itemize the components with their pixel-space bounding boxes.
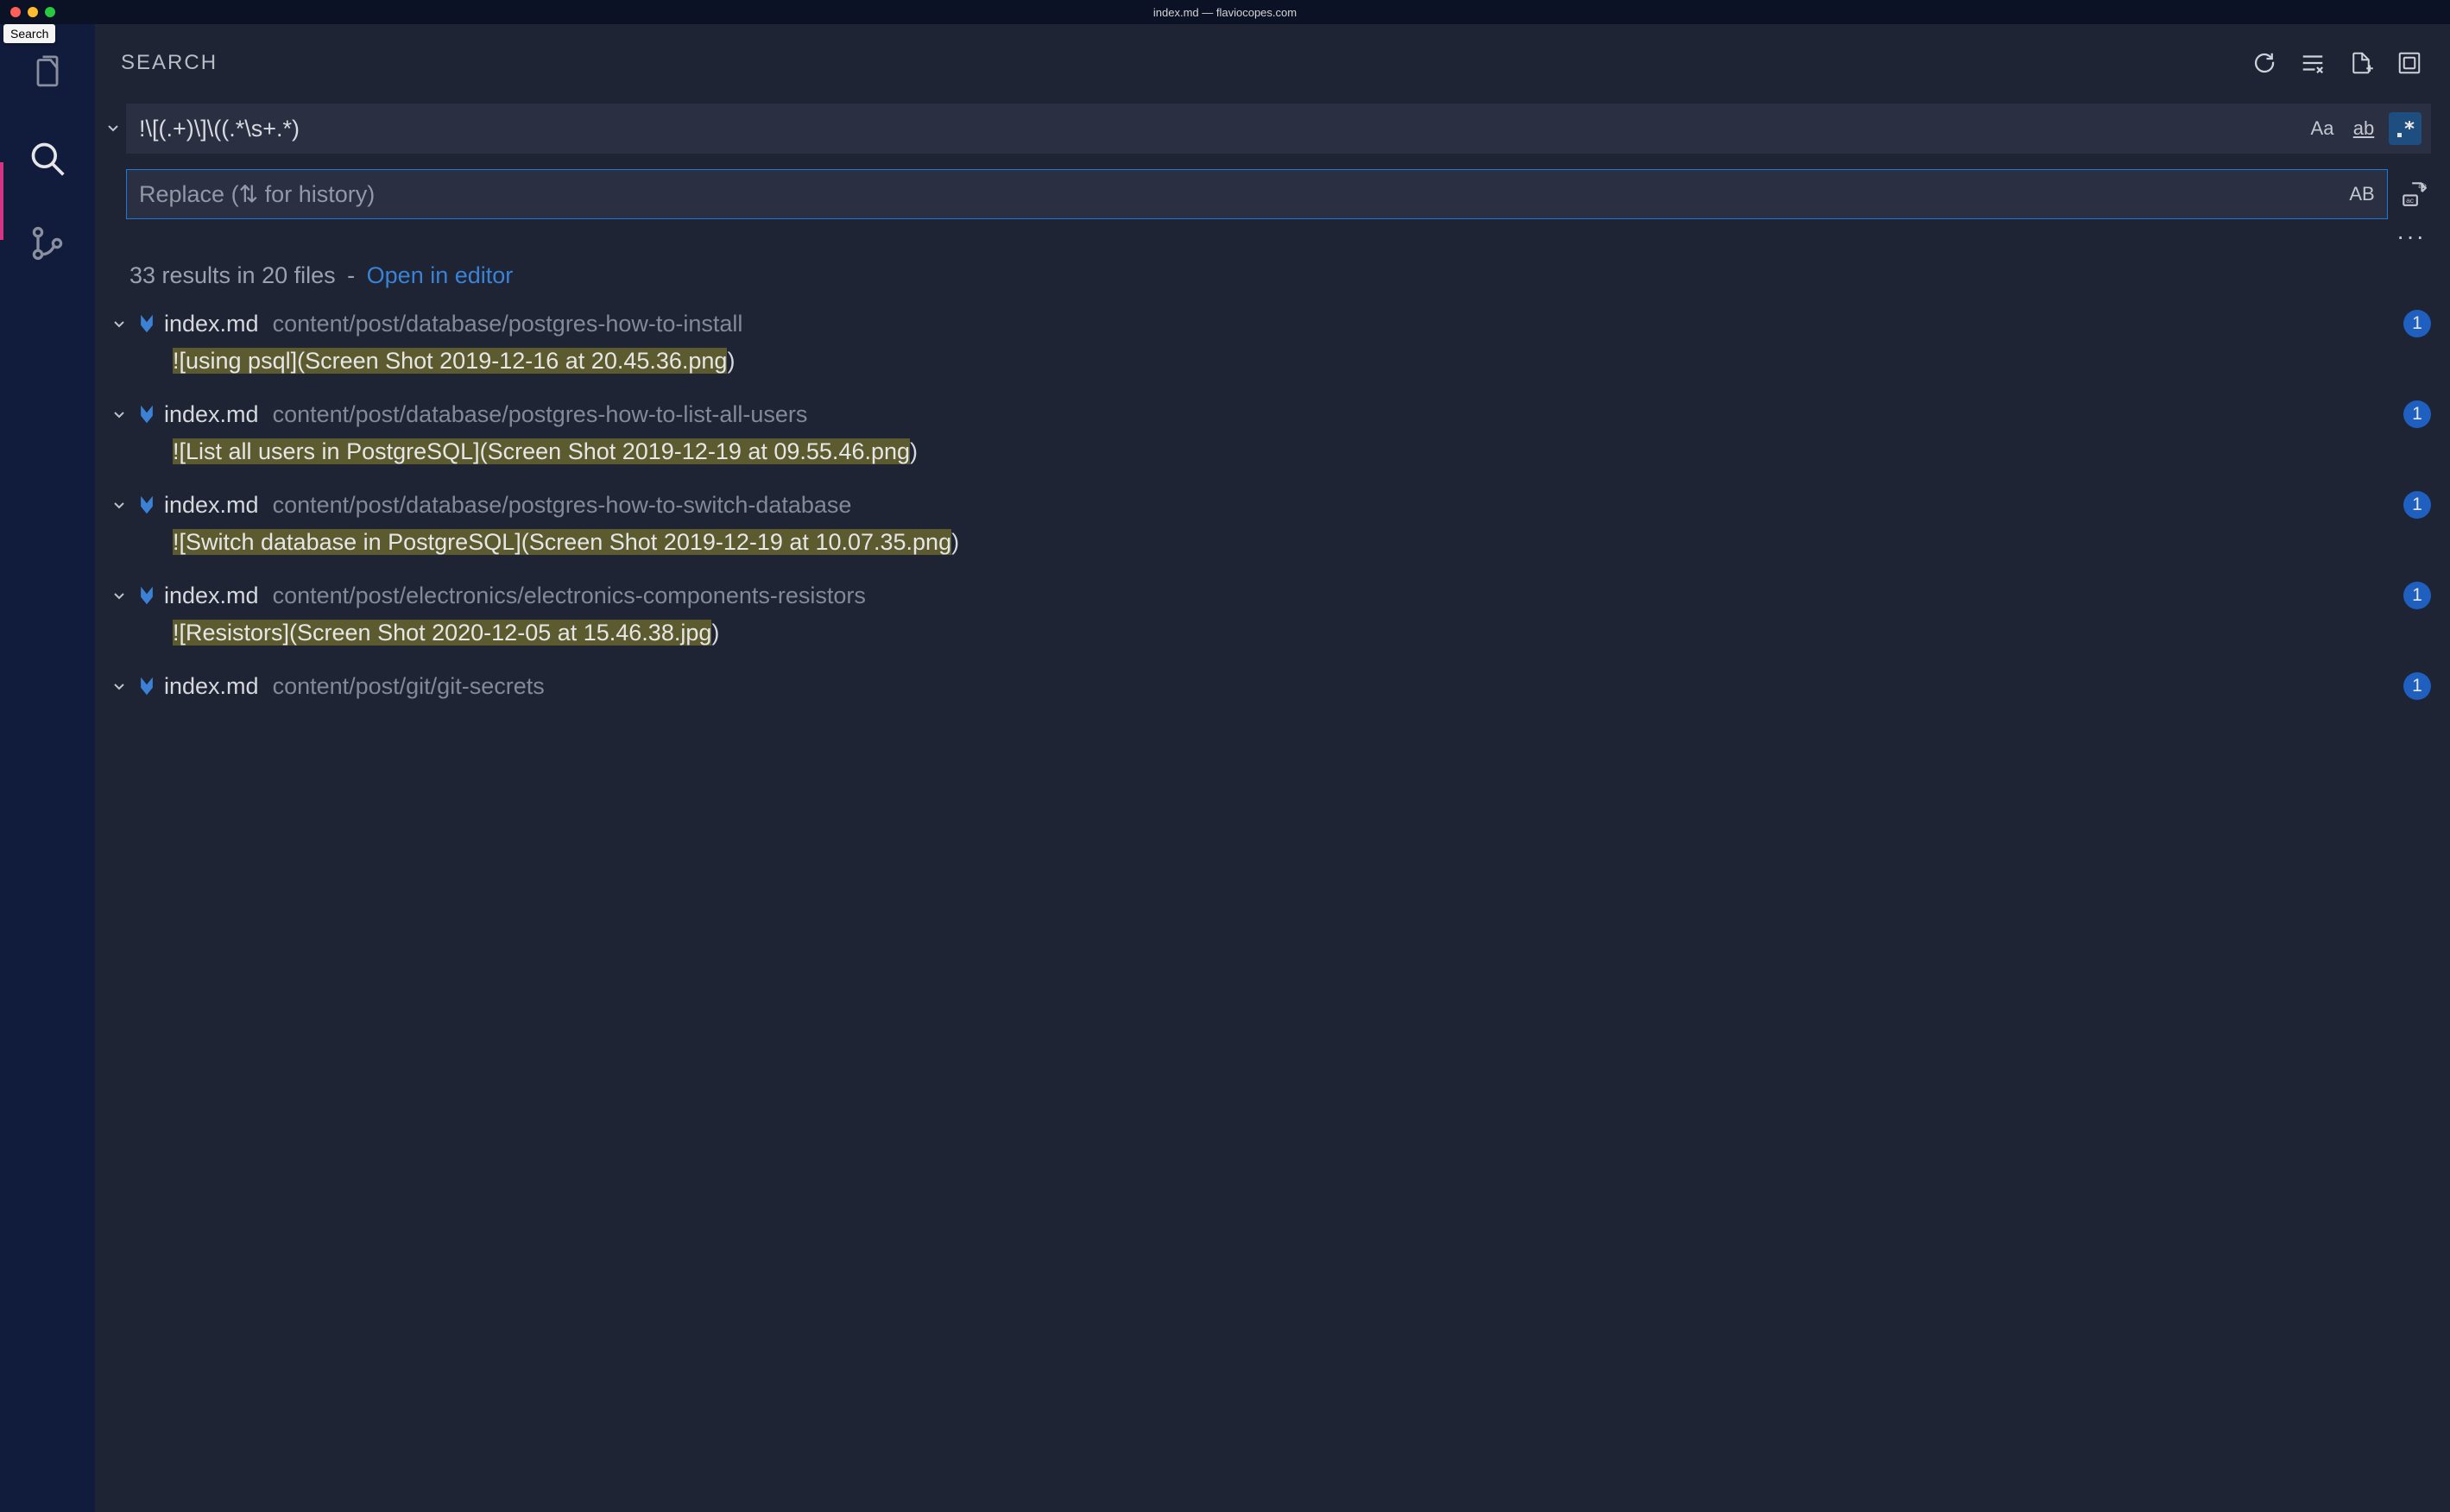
result-file-header[interactable]: index.md content/post/database/postgres-h… <box>109 395 2431 433</box>
result-file-group: index.md content/post/database/postgres-h… <box>95 395 2450 486</box>
replace-input[interactable]: Replace (⇅ for history) AB <box>126 169 2388 219</box>
titlebar: index.md — flaviocopes.com <box>0 0 2450 24</box>
panel-title: SEARCH <box>121 51 218 75</box>
more-options-button[interactable]: ··· <box>2396 223 2426 250</box>
result-match-line[interactable]: ![List all users in PostgreSQL](Screen S… <box>109 433 2431 477</box>
regex-toggle[interactable] <box>2389 112 2422 145</box>
result-file-group: index.md content/post/database/postgres-h… <box>95 305 2450 395</box>
chevron-down-icon <box>109 676 129 696</box>
svg-text:ac: ac <box>2406 196 2415 205</box>
collapse-results-icon[interactable] <box>2395 48 2424 78</box>
result-file-name: index.md <box>164 673 259 700</box>
result-file-path: content/post/electronics/electronics-com… <box>273 583 2396 609</box>
chevron-down-icon <box>109 495 129 515</box>
result-file-header[interactable]: index.md content/post/database/postgres-h… <box>109 486 2431 524</box>
result-match-line[interactable]: ![Resistors](Screen Shot 2020-12-05 at 1… <box>109 614 2431 658</box>
result-match-line[interactable]: ![Switch database in PostgreSQL](Screen … <box>109 524 2431 568</box>
result-file-header[interactable]: index.md content/post/electronics/electro… <box>109 576 2431 614</box>
minimize-window-button[interactable] <box>28 7 38 17</box>
chevron-down-icon <box>109 585 129 606</box>
markdown-file-icon <box>136 585 157 606</box>
result-file-path: content/post/database/postgres-how-to-in… <box>273 311 2396 337</box>
active-tab-indicator <box>0 162 3 240</box>
result-file-name: index.md <box>164 583 259 609</box>
result-file-group: index.md content/post/git/git-secrets 1 <box>95 667 2450 714</box>
chevron-down-icon <box>109 404 129 425</box>
result-file-group: index.md content/post/database/postgres-h… <box>95 486 2450 576</box>
result-count-badge: 1 <box>2403 400 2431 428</box>
activity-bar <box>0 24 95 1512</box>
result-file-path: content/post/database/postgres-how-to-li… <box>273 401 2396 428</box>
markdown-file-icon <box>136 495 157 515</box>
new-search-editor-icon[interactable] <box>2346 48 2376 78</box>
toggle-replace-button[interactable] <box>100 104 126 138</box>
replace-all-button[interactable]: ac ab <box>2398 178 2431 211</box>
result-count-badge: 1 <box>2403 310 2431 337</box>
search-input[interactable]: !\[(.+)\]\((.*\s+.*) Aa ab <box>126 104 2431 154</box>
result-match-line[interactable]: ![using psql](Screen Shot 2019-12-16 at … <box>109 343 2431 387</box>
result-file-name: index.md <box>164 492 259 519</box>
result-file-header[interactable]: index.md content/post/git/git-secrets 1 <box>109 667 2431 705</box>
search-tab[interactable] <box>27 138 68 180</box>
refresh-icon[interactable] <box>2250 48 2279 78</box>
results-list: index.md content/post/database/postgres-h… <box>95 305 2450 1512</box>
match-case-toggle[interactable]: Aa <box>2306 112 2339 145</box>
open-in-editor-link[interactable]: Open in editor <box>367 262 514 288</box>
svg-text:ab: ab <box>2418 181 2427 190</box>
close-window-button[interactable] <box>10 7 21 17</box>
chevron-down-icon <box>109 313 129 334</box>
whole-word-toggle[interactable]: ab <box>2347 112 2380 145</box>
maximize-window-button[interactable] <box>45 7 55 17</box>
search-input-value: !\[(.+)\]\((.*\s+.*) <box>139 116 2306 142</box>
source-control-tab[interactable] <box>27 223 68 264</box>
results-summary-text: 33 results in 20 files <box>129 262 336 288</box>
result-count-badge: 1 <box>2403 491 2431 519</box>
search-tooltip: Search <box>3 24 55 43</box>
clear-results-icon[interactable] <box>2298 48 2327 78</box>
result-file-name: index.md <box>164 311 259 337</box>
result-file-path: content/post/git/git-secrets <box>273 673 2396 700</box>
result-file-group: index.md content/post/electronics/electro… <box>95 576 2450 667</box>
result-count-badge: 1 <box>2403 582 2431 609</box>
result-file-name: index.md <box>164 401 259 428</box>
markdown-file-icon <box>136 313 157 334</box>
markdown-file-icon <box>136 676 157 696</box>
result-file-path: content/post/database/postgres-how-to-sw… <box>273 492 2396 519</box>
search-panel: SEARCH <box>95 24 2450 1512</box>
result-file-header[interactable]: index.md content/post/database/postgres-h… <box>109 305 2431 343</box>
markdown-file-icon <box>136 404 157 425</box>
preserve-case-toggle[interactable]: AB <box>2346 178 2378 211</box>
explorer-tab[interactable] <box>27 54 68 95</box>
window-title: index.md — flaviocopes.com <box>1153 6 1297 19</box>
result-count-badge: 1 <box>2403 672 2431 700</box>
replace-placeholder: Replace (⇅ for history) <box>139 181 2346 208</box>
